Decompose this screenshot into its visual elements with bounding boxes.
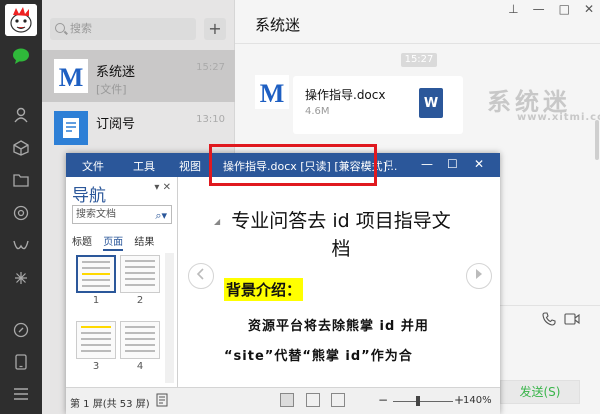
page-thumbnail[interactable] <box>76 321 116 359</box>
menu-file[interactable]: 文件 <box>82 158 104 174</box>
navigation-heading: 导航 <box>72 186 106 206</box>
chat-scrollbar[interactable] <box>595 120 599 160</box>
phone-link-icon[interactable] <box>11 320 31 340</box>
avatar-logo-text: M <box>59 63 84 92</box>
menu-view[interactable]: 视图 <box>179 158 201 174</box>
maximize-icon[interactable]: ☐ <box>447 157 458 171</box>
page-number: 2 <box>136 295 144 306</box>
chevron-left-icon <box>196 268 204 280</box>
previous-page-button[interactable] <box>188 263 214 289</box>
page-thumbnail[interactable] <box>120 255 160 293</box>
file-name: 操作指导.docx <box>305 88 386 102</box>
navigation-pane: 导航 ▾ ✕ 搜索文档 ⌕▾ 标题 页面 结果 1 2 3 4 <box>66 177 178 387</box>
zoom-slider-thumb[interactable] <box>416 396 420 406</box>
document-content: ◢ 专业问答去 id 项目指导文档 背景介绍： 资源平台将去除熊掌 id 并用 … <box>178 177 500 387</box>
minimize-icon[interactable]: — <box>421 157 433 171</box>
favorites-icon[interactable] <box>11 138 31 158</box>
focus-mode-icon[interactable]: ⌑ <box>386 157 392 171</box>
watermark-url: www.xitmi.com <box>517 112 600 123</box>
zoom-out-button[interactable]: − <box>378 393 388 407</box>
search-input[interactable]: 搜索 <box>50 18 196 40</box>
mobile-icon[interactable] <box>11 352 31 372</box>
file-message-card[interactable]: 操作指导.docx 4.6M W <box>293 76 463 134</box>
page-number: 4 <box>136 361 144 372</box>
zoom-level: 140% <box>463 395 492 406</box>
user-avatar[interactable] <box>5 4 37 36</box>
page-number: 1 <box>92 295 100 306</box>
document-paragraph: “site”代替“熊掌 id”作为合 <box>224 349 413 364</box>
tab-headings[interactable]: 标题 <box>72 237 92 248</box>
document-paragraph: 资源平台将去除熊掌 id 并用 <box>248 319 429 334</box>
message-timestamp: 15:27 <box>401 53 437 67</box>
voice-call-icon[interactable] <box>542 312 556 329</box>
header-divider <box>235 43 600 44</box>
word-status-bar: 第 1 屏(共 53 屏) − + 140% <box>66 387 500 414</box>
page-thumbnail[interactable] <box>120 321 160 359</box>
mini-programs-icon[interactable] <box>11 268 31 288</box>
search-placeholder: 搜索 <box>70 22 92 35</box>
print-layout-icon[interactable] <box>306 393 320 407</box>
conversation-time: 13:10 <box>196 114 225 125</box>
channels-icon[interactable] <box>11 236 31 256</box>
web-layout-icon[interactable] <box>331 393 345 407</box>
heading-collapse-icon[interactable]: ◢ <box>214 217 220 226</box>
next-page-button[interactable] <box>466 263 492 289</box>
conversation-item[interactable]: M 系统迷 [文件] 15:27 <box>42 50 235 102</box>
folder-icon[interactable] <box>11 170 31 190</box>
close-icon[interactable]: ✕ <box>584 2 594 16</box>
navigation-tabs: 标题 页面 结果 <box>72 233 162 251</box>
highlighted-section-title: 背景介绍： <box>224 278 304 301</box>
page-thumbnail[interactable] <box>76 255 116 293</box>
conversation-name: 订阅号 <box>96 117 136 132</box>
conversation-time: 15:27 <box>196 62 225 73</box>
tab-pages[interactable]: 页面 <box>103 237 124 251</box>
search-icon[interactable]: ⌕▾ <box>155 207 167 224</box>
chat-title: 系统迷 <box>255 16 301 34</box>
navigation-scrollbar[interactable] <box>165 253 174 383</box>
conversation-preview: [文件] <box>96 83 127 96</box>
conversation-name: 系统迷 <box>96 65 136 80</box>
chat-icon[interactable] <box>11 46 31 66</box>
document-heading: 专业问答去 id 项目指导文档 <box>231 210 451 260</box>
menu-icon[interactable] <box>11 384 31 404</box>
avatar-logo-text: M <box>260 79 285 108</box>
word-file-icon: W <box>419 88 443 118</box>
file-size: 4.6M <box>305 106 330 117</box>
send-button[interactable]: 发送(S) <box>500 380 580 404</box>
read-mode-icon[interactable] <box>280 393 294 407</box>
page-number: 3 <box>92 361 100 372</box>
nav-rail <box>0 0 42 414</box>
document-search-placeholder: 搜索文档 <box>76 209 116 220</box>
document-search-input[interactable]: 搜索文档 ⌕▾ <box>72 205 172 224</box>
highlight-annotation-box <box>209 144 377 186</box>
sender-avatar[interactable]: M <box>255 75 289 109</box>
subscription-icon <box>54 111 88 145</box>
video-call-icon[interactable] <box>564 313 580 328</box>
conversation-item[interactable]: 订阅号 13:10 <box>42 102 235 154</box>
search-icon <box>55 23 65 33</box>
add-button[interactable]: + <box>204 18 226 40</box>
maximize-icon[interactable]: □ <box>559 2 570 16</box>
conversation-avatar: M <box>54 59 88 93</box>
word-count-icon[interactable] <box>156 393 168 410</box>
tab-results[interactable]: 结果 <box>134 237 154 248</box>
moments-icon[interactable] <box>11 203 31 223</box>
pin-icon[interactable]: ⊥ <box>508 2 518 16</box>
window-controls: ⊥ — □ ✕ <box>508 2 594 16</box>
minimize-icon[interactable]: — <box>533 2 545 16</box>
navigation-pane-controls[interactable]: ▾ ✕ <box>154 182 171 193</box>
contacts-icon[interactable] <box>11 105 31 125</box>
close-icon[interactable]: ✕ <box>474 157 484 171</box>
play-right-icon <box>476 269 482 279</box>
menu-tools[interactable]: 工具 <box>133 158 155 174</box>
page-indicator: 第 1 屏(共 53 屏) <box>70 399 150 410</box>
zoom-slider[interactable] <box>393 401 453 402</box>
word-viewer-window: 文件 工具 视图 操作指导.docx [只读] [兼容模式]... ⌑ — ☐ … <box>66 153 500 414</box>
